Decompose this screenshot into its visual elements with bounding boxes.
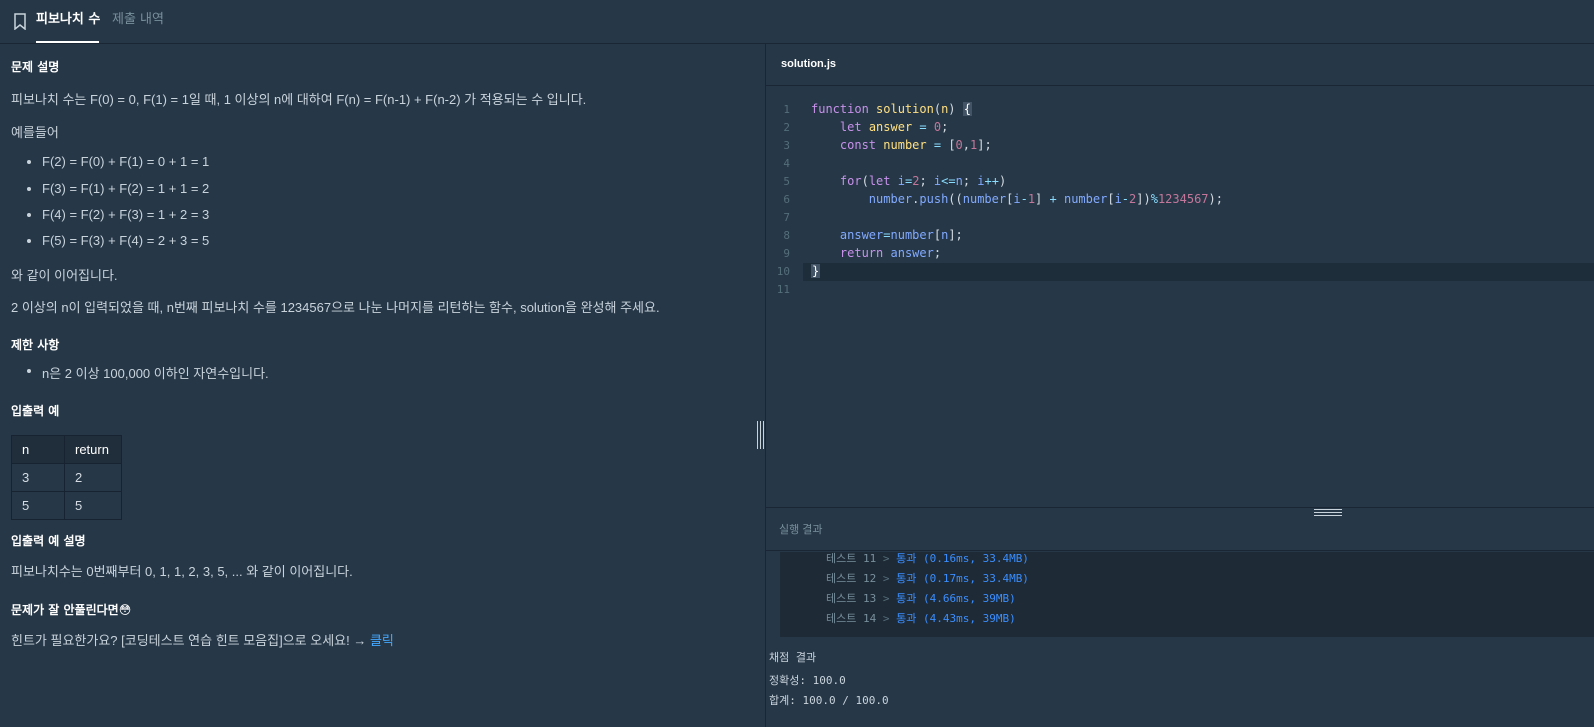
table-row: 3 2 xyxy=(11,463,122,492)
table-header-cell: return xyxy=(64,435,122,464)
bullet xyxy=(27,187,31,191)
problem-description-pane: 문제 설명 피보나치 수는 F(0) = 0, F(1) = 1일 때, 1 이… xyxy=(0,45,765,727)
accuracy-score: 정확성: 100.0 xyxy=(769,674,846,687)
test-result: 통과 (4.66ms, 39MB) xyxy=(896,592,1016,605)
example-item: F(3) = F(1) + F(2) = 1 + 1 = 2 xyxy=(42,181,210,196)
bullet xyxy=(27,369,31,373)
code-line: function solution(n) { xyxy=(811,102,972,116)
total-score: 합계: 100.0 / 100.0 xyxy=(769,694,889,707)
test-result: 통과 (4.43ms, 39MB) xyxy=(896,612,1016,625)
test-row: 테스트 13 > 통과 (4.66ms, 39MB) xyxy=(826,590,1016,606)
tab-problem[interactable]: 피보나치 수 xyxy=(36,11,100,29)
line-number: 11 xyxy=(776,283,790,296)
line-number: 9 xyxy=(783,247,790,260)
line-number: 1 xyxy=(783,103,790,116)
section-title-description: 문제 설명 xyxy=(11,60,60,74)
problem-tab-bar: 피보나치 수 제출 내역 xyxy=(0,0,1594,44)
test-results-list[interactable]: 테스트 11 > 통과 (0.16ms, 33.4MB) 테스트 12 > 통과… xyxy=(780,552,1594,637)
vertical-resize-handle[interactable] xyxy=(757,421,765,449)
table-cell: 2 xyxy=(64,463,122,492)
chevron-right-icon: > xyxy=(882,612,890,625)
test-name: 테스트 12 xyxy=(826,572,877,585)
code-line: number.push((number[i-1] + number[i-2])%… xyxy=(868,192,1223,206)
line-number: 10 xyxy=(776,265,790,278)
continue-text: 와 같이 이어집니다. xyxy=(11,268,118,283)
chevron-right-icon: > xyxy=(882,552,890,565)
chevron-right-icon: > xyxy=(882,592,890,605)
test-name: 테스트 13 xyxy=(826,592,877,605)
help-text: 힌트가 필요한가요? [코딩테스트 연습 힌트 모음집]으로 오세요! → xyxy=(11,633,370,648)
limit-item: n은 2 이상 100,000 이하인 자연수입니다. xyxy=(42,366,269,381)
table-header-cell: n xyxy=(11,435,65,464)
result-panel-header: 실행 결과 xyxy=(766,507,1594,551)
table-cell: 5 xyxy=(11,491,65,520)
horizontal-resize-handle[interactable] xyxy=(1314,509,1342,517)
code-line: answer=number[n]; xyxy=(839,228,963,242)
line-number: 4 xyxy=(783,157,790,170)
section-title-io: 입출력 예 xyxy=(11,404,60,418)
line-number: 2 xyxy=(783,121,790,134)
tab-submission-history[interactable]: 제출 내역 xyxy=(112,11,164,29)
code-line: for(let i=2; i<=n; i++) xyxy=(839,174,1007,188)
result-panel-title: 실행 결과 xyxy=(779,524,823,536)
section-title-limits: 제한 사항 xyxy=(11,338,60,352)
task-text: 2 이상의 n이 입력되었을 때, n번째 피보나치 수를 1234567으로 … xyxy=(11,300,660,315)
table-cell: 5 xyxy=(64,491,122,520)
line-number: 6 xyxy=(783,193,790,206)
chevron-right-icon: > xyxy=(882,572,890,585)
test-row: 테스트 12 > 통과 (0.17ms, 33.4MB) xyxy=(826,570,1029,586)
active-line-highlight xyxy=(803,263,1594,281)
code-line: return answer; xyxy=(839,246,942,260)
test-result: 통과 (0.17ms, 33.4MB) xyxy=(896,572,1029,585)
line-number: 7 xyxy=(783,211,790,224)
description-text: 피보나치 수는 F(0) = 0, F(1) = 1일 때, 1 이상의 n에 … xyxy=(11,92,587,107)
code-line: let answer = 0; xyxy=(839,120,949,134)
code-line: } xyxy=(811,264,821,278)
bookmark-icon[interactable] xyxy=(13,13,27,30)
table-row: 5 5 xyxy=(11,491,122,520)
hint-link[interactable]: 클릭 xyxy=(370,633,394,648)
test-result: 통과 (0.16ms, 33.4MB) xyxy=(896,552,1029,565)
example-item: F(5) = F(3) + F(4) = 2 + 3 = 5 xyxy=(42,233,210,248)
io-desc-text: 피보나치수는 0번째부터 0, 1, 1, 2, 3, 5, ... 와 같이 … xyxy=(11,564,353,579)
section-title-help: 문제가 잘 안풀린다면😳 xyxy=(11,603,132,617)
bullet xyxy=(27,239,31,243)
help-text-line: 힌트가 필요한가요? [코딩테스트 연습 힌트 모음집]으로 오세요! → 클릭 xyxy=(11,630,394,649)
table-cell: 3 xyxy=(11,463,65,492)
code-editor[interactable]: 1 2 3 4 5 6 7 8 9 10 11 function solutio… xyxy=(766,87,1594,507)
example-intro: 예를들어 xyxy=(11,125,59,140)
line-number: 8 xyxy=(783,229,790,242)
section-title-io-desc: 입출력 예 설명 xyxy=(11,534,86,548)
file-name-tab[interactable]: solution.js xyxy=(781,58,836,70)
test-row: 테스트 11 > 통과 (0.16ms, 33.4MB) xyxy=(826,550,1029,566)
table-header-row: n return xyxy=(11,435,122,464)
test-row: 테스트 14 > 통과 (4.43ms, 39MB) xyxy=(826,610,1016,626)
test-name: 테스트 14 xyxy=(826,612,877,625)
active-tab-indicator xyxy=(36,41,99,43)
code-line: const number = [0,1]; xyxy=(839,138,992,152)
example-item: F(4) = F(2) + F(3) = 1 + 2 = 3 xyxy=(42,207,210,222)
io-example-table: n return 3 2 5 5 xyxy=(11,435,122,520)
example-item: F(2) = F(0) + F(1) = 0 + 1 = 1 xyxy=(42,154,210,169)
score-title: 채점 결과 xyxy=(769,651,817,664)
line-number: 3 xyxy=(783,139,790,152)
bullet xyxy=(27,160,31,164)
bullet xyxy=(27,213,31,217)
editor-file-tab-bar: solution.js xyxy=(766,44,1594,86)
test-name: 테스트 11 xyxy=(826,552,877,565)
line-number: 5 xyxy=(783,175,790,188)
